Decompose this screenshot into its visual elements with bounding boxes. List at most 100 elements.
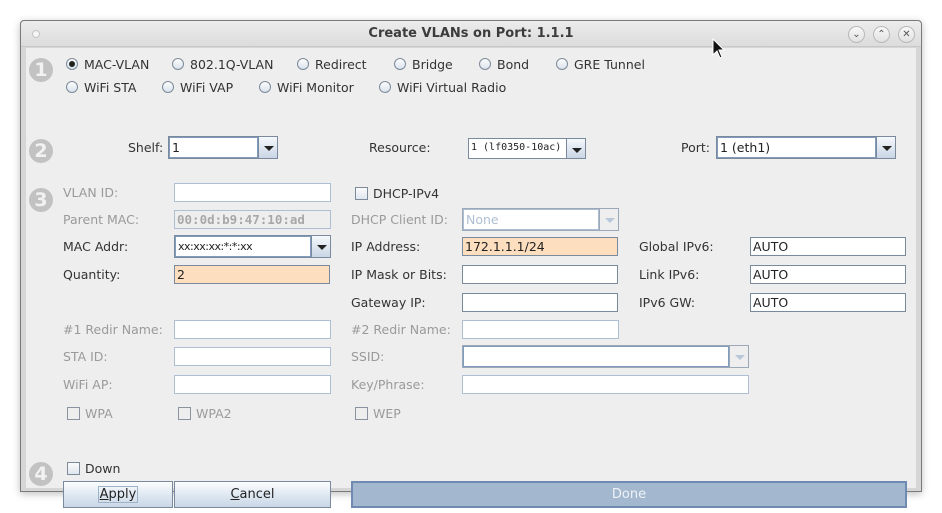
dialog-content: 1 MAC-VLAN 802.1Q-VLAN Redirect Bridge B… (26, 48, 916, 508)
mac-addr-select[interactable]: xx:xx:xx:*:*:xx (174, 235, 331, 258)
redir2-name-field[interactable] (462, 320, 619, 339)
ip-mask-field[interactable] (462, 265, 618, 284)
redir2-name-label: #2 Redir Name: (351, 322, 451, 337)
sta-id-field[interactable] (174, 347, 331, 366)
radio-icon (379, 81, 391, 93)
apply-label-rest: pply (108, 487, 137, 502)
wpa2-checkbox[interactable]: WPA2 (178, 405, 232, 421)
wifi-ap-field[interactable] (174, 375, 331, 394)
wifi-ap-label: WiFi AP: (63, 377, 113, 392)
ssid-value[interactable] (463, 346, 729, 367)
checkbox-icon (178, 406, 191, 420)
vlan-id-field[interactable] (174, 183, 331, 202)
checkbox-label: Down (85, 460, 121, 476)
step-4-badge: 4 (29, 462, 53, 486)
chevron-down-icon: ⌄ (852, 29, 861, 40)
checkbox-icon (355, 186, 368, 200)
radio-redirect[interactable]: Redirect (297, 56, 367, 72)
radio-label: WiFi Monitor (277, 79, 354, 95)
radio-wifi-vap[interactable]: WiFi VAP (162, 79, 233, 95)
radio-8021q-vlan[interactable]: 802.1Q-VLAN (172, 56, 273, 72)
redir1-name-field[interactable] (174, 320, 331, 339)
checkbox-icon (355, 406, 368, 420)
checkbox-label: WPA2 (196, 405, 232, 421)
step-3-badge: 3 (29, 188, 53, 212)
step-2-badge: 2 (29, 139, 53, 163)
apply-mnemonic: A (99, 487, 109, 502)
resource-value: 1 (lf0350-10ac) (471, 142, 562, 153)
ip-address-label: IP Address: (351, 239, 421, 254)
cancel-mnemonic: C (230, 487, 240, 502)
chevron-down-icon[interactable] (876, 137, 895, 158)
radio-icon (162, 81, 174, 93)
apply-button[interactable]: Apply (63, 481, 173, 508)
radio-icon (394, 58, 406, 70)
wpa-checkbox[interactable]: WPA (67, 405, 113, 421)
dhcp-ipv4-checkbox[interactable]: DHCP-IPv4 (355, 185, 439, 201)
maximize-button[interactable]: ⌃ (873, 26, 890, 43)
close-button[interactable]: ✕ (898, 26, 915, 43)
down-checkbox[interactable]: Down (67, 460, 120, 476)
radio-mac-vlan[interactable]: MAC-VLAN (66, 56, 149, 72)
chevron-down-icon[interactable] (311, 236, 330, 257)
resource-select[interactable]: 1 (lf0350-10ac) (468, 138, 586, 159)
link-ipv6-field[interactable]: AUTO (750, 265, 906, 284)
radio-wifi-monitor[interactable]: WiFi Monitor (259, 79, 354, 95)
radio-label: Redirect (315, 56, 367, 72)
radio-label: MAC-VLAN (84, 56, 150, 72)
shelf-select[interactable]: 1 (168, 136, 278, 159)
radio-icon (556, 58, 568, 70)
parent-mac-field: 00:0d:b9:47:10:ad (174, 210, 331, 229)
radio-wifi-sta[interactable]: WiFi STA (66, 79, 136, 95)
ip-mask-label: IP Mask or Bits: (351, 267, 447, 282)
dhcp-client-id-label: DHCP Client ID: (351, 212, 448, 227)
radio-label: 802.1Q-VLAN (190, 56, 274, 72)
checkbox-icon (67, 406, 80, 420)
chevron-down-icon[interactable] (599, 209, 618, 230)
radio-icon (66, 81, 78, 93)
ipv6-gw-field[interactable]: AUTO (750, 293, 906, 312)
global-ipv6-label: Global IPv6: (639, 239, 714, 254)
radio-selected-icon (66, 58, 78, 70)
quantity-label: Quantity: (63, 267, 121, 282)
parent-mac-label: Parent MAC: (63, 212, 140, 227)
chevron-down-icon[interactable] (258, 137, 277, 158)
radio-bridge[interactable]: Bridge (394, 56, 453, 72)
radio-bond[interactable]: Bond (479, 56, 529, 72)
key-phrase-label: Key/Phrase: (351, 377, 425, 392)
checkbox-icon (67, 461, 80, 475)
checkbox-label: DHCP-IPv4 (373, 185, 440, 201)
cancel-button[interactable]: Cancel (174, 481, 331, 508)
chevron-down-icon[interactable] (729, 346, 748, 367)
dhcp-client-id-select[interactable]: None (462, 208, 619, 231)
quantity-field[interactable]: 2 (174, 265, 330, 284)
chevron-down-icon[interactable] (566, 139, 585, 158)
window-title: Create VLANs on Port: 1.1.1 (368, 26, 574, 41)
shelf-value: 1 (169, 137, 258, 158)
radio-label: GRE Tunnel (574, 56, 645, 72)
minimize-button[interactable]: ⌄ (848, 26, 865, 43)
radio-label: WiFi STA (84, 79, 137, 95)
radio-label: Bond (497, 56, 530, 72)
global-ipv6-field[interactable]: AUTO (750, 237, 906, 256)
port-label: Port: (681, 140, 710, 155)
port-select[interactable]: 1 (eth1) (716, 136, 896, 159)
done-button[interactable]: Done (351, 481, 907, 508)
title-bar[interactable]: Create VLANs on Port: 1.1.1 ⌄ ⌃ ✕ (21, 21, 921, 47)
mac-addr-value[interactable]: xx:xx:xx:*:*:xx (175, 236, 311, 257)
ssid-select[interactable] (462, 345, 749, 368)
port-value: 1 (eth1) (717, 137, 876, 158)
ip-address-field[interactable]: 172.1.1.1/24 (462, 237, 618, 256)
vlan-id-label: VLAN ID: (63, 185, 119, 200)
checkbox-label: WPA (85, 405, 113, 421)
gateway-ip-label: Gateway IP: (351, 295, 426, 310)
sta-id-label: STA ID: (63, 349, 108, 364)
gateway-ip-field[interactable] (462, 293, 618, 312)
key-phrase-field[interactable] (462, 375, 749, 394)
wep-checkbox[interactable]: WEP (355, 405, 401, 421)
radio-gre-tunnel[interactable]: GRE Tunnel (556, 56, 645, 72)
radio-wifi-virtual-radio[interactable]: WiFi Virtual Radio (379, 79, 506, 95)
shelf-label: Shelf: (128, 140, 164, 155)
radio-label: Bridge (412, 56, 453, 72)
dhcp-client-id-value: None (463, 209, 599, 230)
